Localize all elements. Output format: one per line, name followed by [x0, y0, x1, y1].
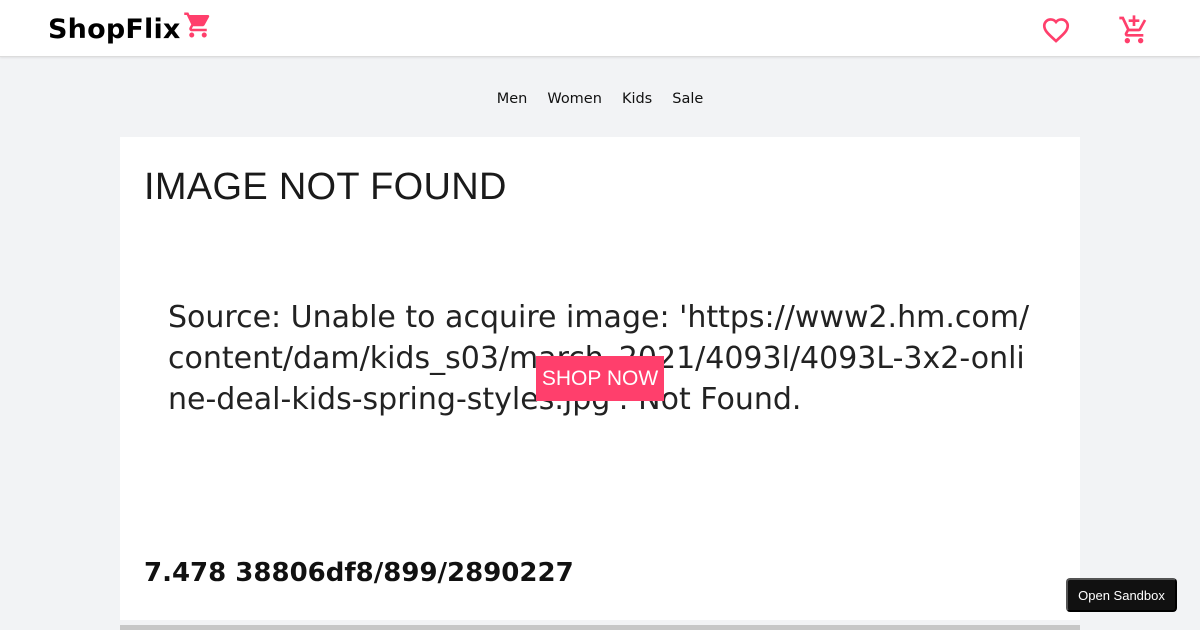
cart-add-icon[interactable] [1118, 14, 1150, 46]
heart-icon[interactable] [1040, 14, 1072, 46]
shop-now-button[interactable]: SHOP NOW [536, 356, 664, 401]
logo-text: ShopFlix [48, 14, 181, 45]
nav-item-kids[interactable]: Kids [622, 88, 652, 110]
top-header: ShopFlix [0, 0, 1200, 57]
open-sandbox-button[interactable]: Open Sandbox [1066, 578, 1177, 612]
banner-scroll-strip [120, 625, 1080, 630]
image-error-title: IMAGE NOT FOUND [144, 166, 507, 208]
cart-icon [183, 12, 209, 38]
image-error-code: 7.478 38806df8/899/2890227 [144, 558, 574, 588]
nav-item-men[interactable]: Men [497, 88, 528, 110]
nav-item-sale[interactable]: Sale [672, 88, 703, 110]
main-nav: Men Women Kids Sale [0, 88, 1200, 110]
logo[interactable]: ShopFlix [48, 10, 213, 50]
nav-item-women[interactable]: Women [547, 88, 602, 110]
